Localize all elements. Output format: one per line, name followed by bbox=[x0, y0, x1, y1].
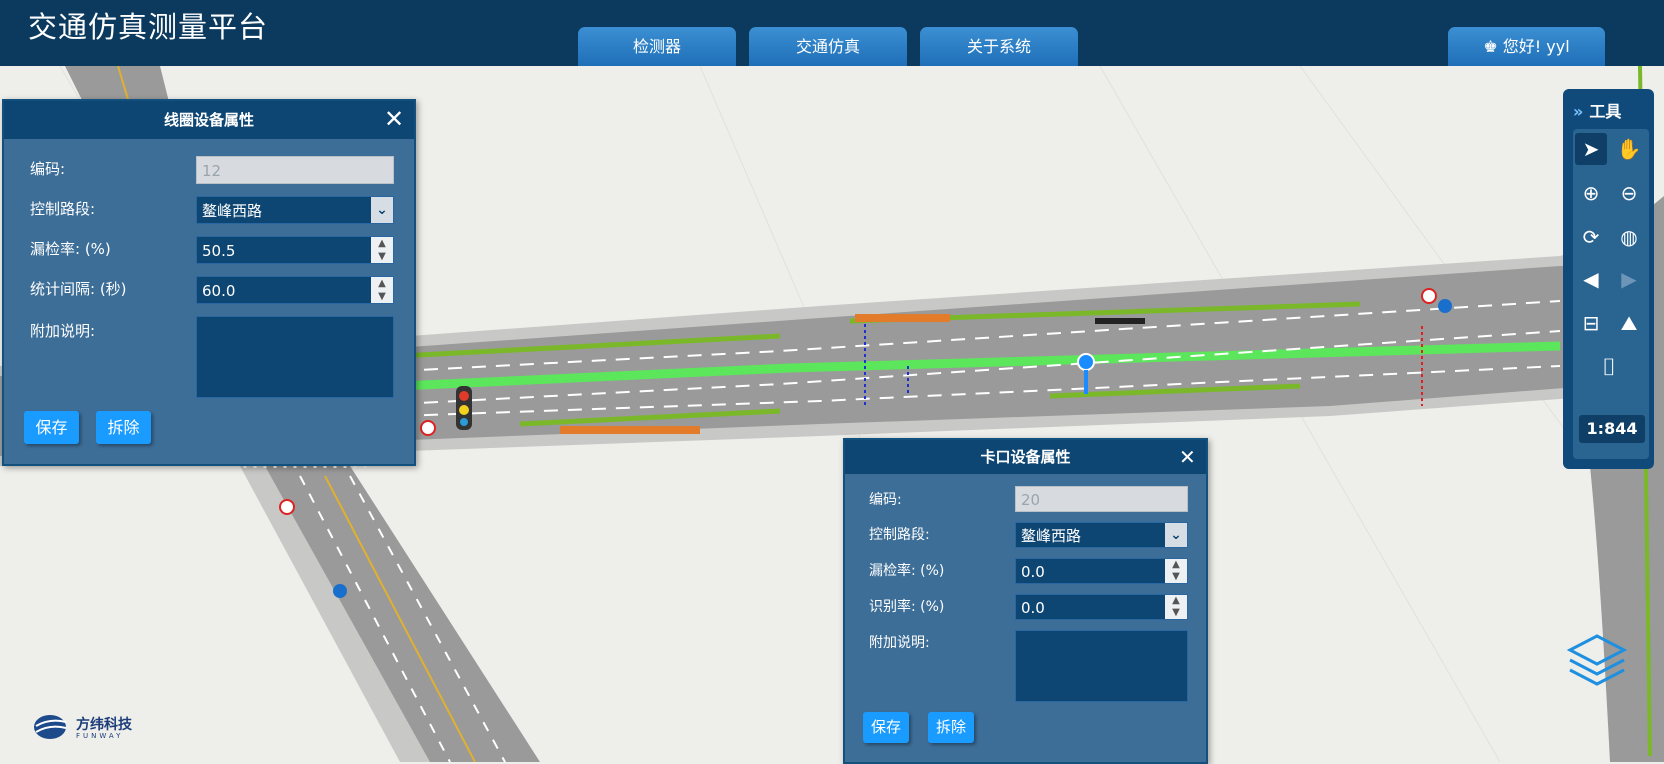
recognition-rate-label: 识别率: (%) bbox=[869, 599, 945, 615]
note-label: 附加说明: bbox=[869, 635, 930, 651]
refresh-icon[interactable]: ⟳ bbox=[1575, 221, 1607, 253]
map-scale: 1:844 bbox=[1579, 415, 1645, 443]
layers-icon[interactable] bbox=[1566, 632, 1628, 690]
interval-stepper[interactable]: 60.0 ▲ ▼ bbox=[196, 276, 394, 304]
tab-traffic-simulation[interactable]: 交通仿真 bbox=[749, 27, 907, 66]
save-button[interactable]: 保存 bbox=[24, 411, 79, 444]
user-menu-button[interactable]: ♚ 您好! yyl bbox=[1448, 27, 1605, 66]
spinner-arrows-icon[interactable]: ▲ ▼ bbox=[1165, 559, 1187, 583]
road-select[interactable]: 鳌峰西路 ⌄ bbox=[196, 196, 394, 224]
road-select-value: 鳌峰西路 bbox=[202, 202, 263, 220]
company-logo: 方纬科技 FUNWAY bbox=[32, 712, 132, 746]
loop-device-panel: 线圈设备属性 ✕ 编码: 12 控制路段: 鳌峰西路 ⌄ 漏检率: (%) 50… bbox=[2, 99, 416, 466]
note-textarea[interactable] bbox=[196, 316, 394, 398]
loop-panel-title: 线圈设备属性 bbox=[4, 101, 414, 139]
miss-rate-value: 50.5 bbox=[202, 242, 236, 260]
tools-header[interactable]: » 工具 bbox=[1573, 98, 1621, 122]
user-icon: ♚ bbox=[1483, 37, 1498, 56]
code-label: 编码: bbox=[30, 160, 66, 178]
interval-value: 60.0 bbox=[202, 282, 236, 300]
miss-rate-stepper[interactable]: 0.0 ▲ ▼ bbox=[1015, 558, 1188, 584]
zoom-out-icon[interactable]: ⊖ bbox=[1613, 177, 1645, 209]
spinner-arrows-icon[interactable]: ▲ ▼ bbox=[371, 237, 393, 263]
app-header: 交通仿真测量平台 检测器 交通仿真 关于系统 ♚ 您好! yyl bbox=[0, 0, 1664, 66]
save-button[interactable]: 保存 bbox=[863, 712, 909, 743]
chevron-down-icon[interactable]: ⌄ bbox=[371, 197, 393, 223]
close-icon[interactable]: ✕ bbox=[384, 107, 404, 131]
chevron-down-icon[interactable]: ⌄ bbox=[1165, 523, 1187, 547]
road-select[interactable]: 鳌峰西路 ⌄ bbox=[1015, 522, 1188, 548]
tools-title: 工具 bbox=[1589, 102, 1622, 121]
road-label: 控制路段: bbox=[30, 200, 96, 218]
note-label: 附加说明: bbox=[30, 322, 96, 340]
logo-emblem-icon bbox=[34, 715, 67, 739]
code-label: 编码: bbox=[869, 492, 902, 508]
pointer-icon[interactable]: ➤ bbox=[1575, 133, 1607, 165]
road-label: 控制路段: bbox=[869, 527, 930, 543]
close-icon[interactable]: ✕ bbox=[1179, 445, 1196, 469]
back-icon[interactable]: ◀ bbox=[1575, 263, 1607, 295]
globe-icon[interactable]: ◍ bbox=[1613, 221, 1645, 253]
forward-icon[interactable]: ▶ bbox=[1613, 263, 1645, 295]
camera-icon[interactable]: ⌷ bbox=[1593, 351, 1625, 383]
landscape-icon[interactable]: ⛰ bbox=[1613, 307, 1645, 339]
user-greeting: 您好! yyl bbox=[1502, 37, 1570, 56]
checkpoint-device-panel: 卡口设备属性 ✕ 编码: 20 控制路段: 鳌峰西路 ⌄ 漏检率: (%) 0.… bbox=[843, 438, 1208, 764]
miss-rate-value: 0.0 bbox=[1021, 563, 1045, 581]
remove-button[interactable]: 拆除 bbox=[928, 712, 974, 743]
logo-name: 方纬科技 bbox=[76, 717, 132, 733]
interval-label: 统计间隔: (秒) bbox=[30, 280, 127, 298]
measure-icon[interactable]: ⊟ bbox=[1575, 307, 1607, 339]
tools-grid: ➤ ✋ ⊕ ⊖ ⟳ ◍ ◀ ▶ ⊟ ⛰ ⌷ bbox=[1573, 129, 1649, 459]
logo-subtitle: FUNWAY bbox=[76, 732, 124, 740]
checkpoint-panel-title: 卡口设备属性 bbox=[845, 440, 1206, 474]
tab-about-system[interactable]: 关于系统 bbox=[920, 27, 1078, 66]
miss-rate-label: 漏检率: (%) bbox=[30, 240, 111, 258]
pan-hand-icon[interactable]: ✋ bbox=[1613, 133, 1645, 165]
app-title: 交通仿真测量平台 bbox=[28, 10, 269, 44]
miss-rate-label: 漏检率: (%) bbox=[869, 563, 945, 579]
code-field[interactable]: 12 bbox=[196, 156, 394, 184]
double-chevron-right-icon[interactable]: » bbox=[1573, 102, 1583, 121]
recognition-rate-value: 0.0 bbox=[1021, 599, 1045, 617]
tools-panel: » 工具 ➤ ✋ ⊕ ⊖ ⟳ ◍ ◀ ▶ ⊟ ⛰ ⌷ 1:844 bbox=[1563, 89, 1654, 469]
zoom-in-icon[interactable]: ⊕ bbox=[1575, 177, 1607, 209]
recognition-rate-stepper[interactable]: 0.0 ▲ ▼ bbox=[1015, 594, 1188, 620]
tab-detectors[interactable]: 检测器 bbox=[578, 27, 736, 66]
spinner-arrows-icon[interactable]: ▲ ▼ bbox=[371, 277, 393, 303]
miss-rate-stepper[interactable]: 50.5 ▲ ▼ bbox=[196, 236, 394, 264]
note-textarea[interactable] bbox=[1015, 630, 1188, 702]
code-field[interactable]: 20 bbox=[1015, 486, 1188, 512]
remove-button[interactable]: 拆除 bbox=[96, 411, 151, 444]
road-select-value: 鳌峰西路 bbox=[1021, 527, 1082, 545]
spinner-arrows-icon[interactable]: ▲ ▼ bbox=[1165, 595, 1187, 619]
